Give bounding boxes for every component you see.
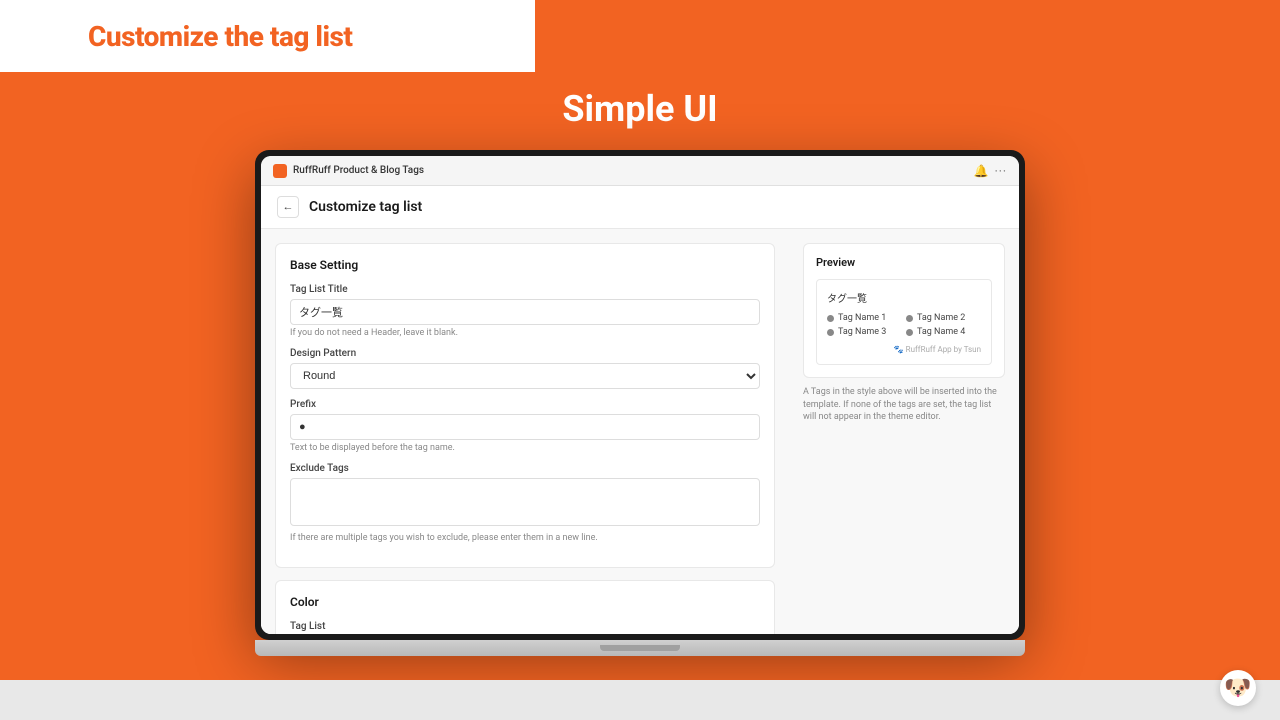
laptop-notch [600,645,680,651]
back-button[interactable]: ← [277,196,299,218]
preview-inner: タグ一覧 Tag Name 1 Tag Name 2 [816,279,992,365]
tag-name-2: Tag Name 2 [917,313,965,323]
exclude-tags-hint: If there are multiple tags you wish to e… [290,533,760,543]
main-layout: Base Setting Tag List Title If you do no… [261,229,1019,634]
preview-tags-grid: Tag Name 1 Tag Name 2 Tag Name 3 [827,313,981,337]
base-setting-card: Base Setting Tag List Title If you do no… [275,243,775,568]
app-title: RuffRuff Product & Blog Tags [293,165,424,176]
preview-tag-3: Tag Name 3 [827,327,902,337]
tag-name-3: Tag Name 3 [838,327,886,337]
dots-icon: ··· [995,164,1007,178]
screen-inner: RuffRuff Product & Blog Tags 🔔 ··· ← Cus… [261,156,1019,634]
tag-list-title-field: Tag List Title If you do not need a Head… [290,284,760,338]
page-title: Customize tag list [309,199,422,215]
prefix-field: Prefix Text to be displayed before the t… [290,399,760,453]
tag-list-color-label: Tag List [290,621,760,632]
top-banner: Customize the tag list [0,0,535,72]
design-pattern-label: Design Pattern [290,348,760,359]
laptop-base [255,640,1025,656]
laptop-wrapper: RuffRuff Product & Blog Tags 🔔 ··· ← Cus… [255,150,1025,660]
tag-dot-1 [827,315,834,322]
tag-list-title-input[interactable] [290,299,760,325]
center-title: Simple UI [0,88,1280,130]
app-chrome: RuffRuff Product & Blog Tags 🔔 ··· [261,156,1019,186]
preview-tag-2: Tag Name 2 [906,313,981,323]
exclude-tags-input[interactable] [290,478,760,526]
preview-footer: 🐾 RuffRuff App by Tsun [827,345,981,354]
color-card: Color Tag List Background #F7F9F9 [275,580,775,634]
exclude-tags-label: Exclude Tags [290,463,760,474]
tag-list-title-label: Tag List Title [290,284,760,295]
left-panel: Base Setting Tag List Title If you do no… [261,229,789,634]
preview-tag-4: Tag Name 4 [906,327,981,337]
color-section-title: Color [290,595,760,609]
tag-list-title-hint: If you do not need a Header, leave it bl… [290,328,760,338]
preview-title: Preview [816,256,992,269]
bottom-bar [0,680,1280,720]
base-setting-title: Base Setting [290,258,760,272]
app-logo-icon [273,164,287,178]
banner-title: Customize the tag list [88,20,352,53]
exclude-tags-field: Exclude Tags If there are multiple tags … [290,463,760,543]
prefix-input[interactable] [290,414,760,440]
app-chrome-right: 🔔 ··· [974,164,1007,178]
preview-tag-1: Tag Name 1 [827,313,902,323]
tag-name-4: Tag Name 4 [917,327,965,337]
tag-dot-2 [906,315,913,322]
design-pattern-field: Design Pattern Round Square Pill [290,348,760,389]
prefix-hint: Text to be displayed before the tag name… [290,443,760,453]
bell-icon: 🔔 [974,164,989,178]
preview-note: A Tags in the style above will be insert… [803,386,1005,424]
laptop-screen: RuffRuff Product & Blog Tags 🔔 ··· ← Cus… [255,150,1025,640]
tag-dot-3 [827,329,834,336]
dog-body-icon: 🐶 [1220,670,1256,706]
app-chrome-left: RuffRuff Product & Blog Tags [273,164,424,178]
preview-tag-title: タグ一覧 [827,290,981,305]
prefix-label: Prefix [290,399,760,410]
tag-name-1: Tag Name 1 [838,313,886,323]
dog-mascot: 🐶 [1220,670,1260,710]
design-pattern-select[interactable]: Round Square Pill [290,363,760,389]
right-panel: Preview タグ一覧 Tag Name 1 [789,229,1019,634]
preview-card: Preview タグ一覧 Tag Name 1 [803,243,1005,378]
tag-dot-4 [906,329,913,336]
app-content: ← Customize tag list Base Setting [261,186,1019,634]
page-header: ← Customize tag list [261,186,1019,229]
